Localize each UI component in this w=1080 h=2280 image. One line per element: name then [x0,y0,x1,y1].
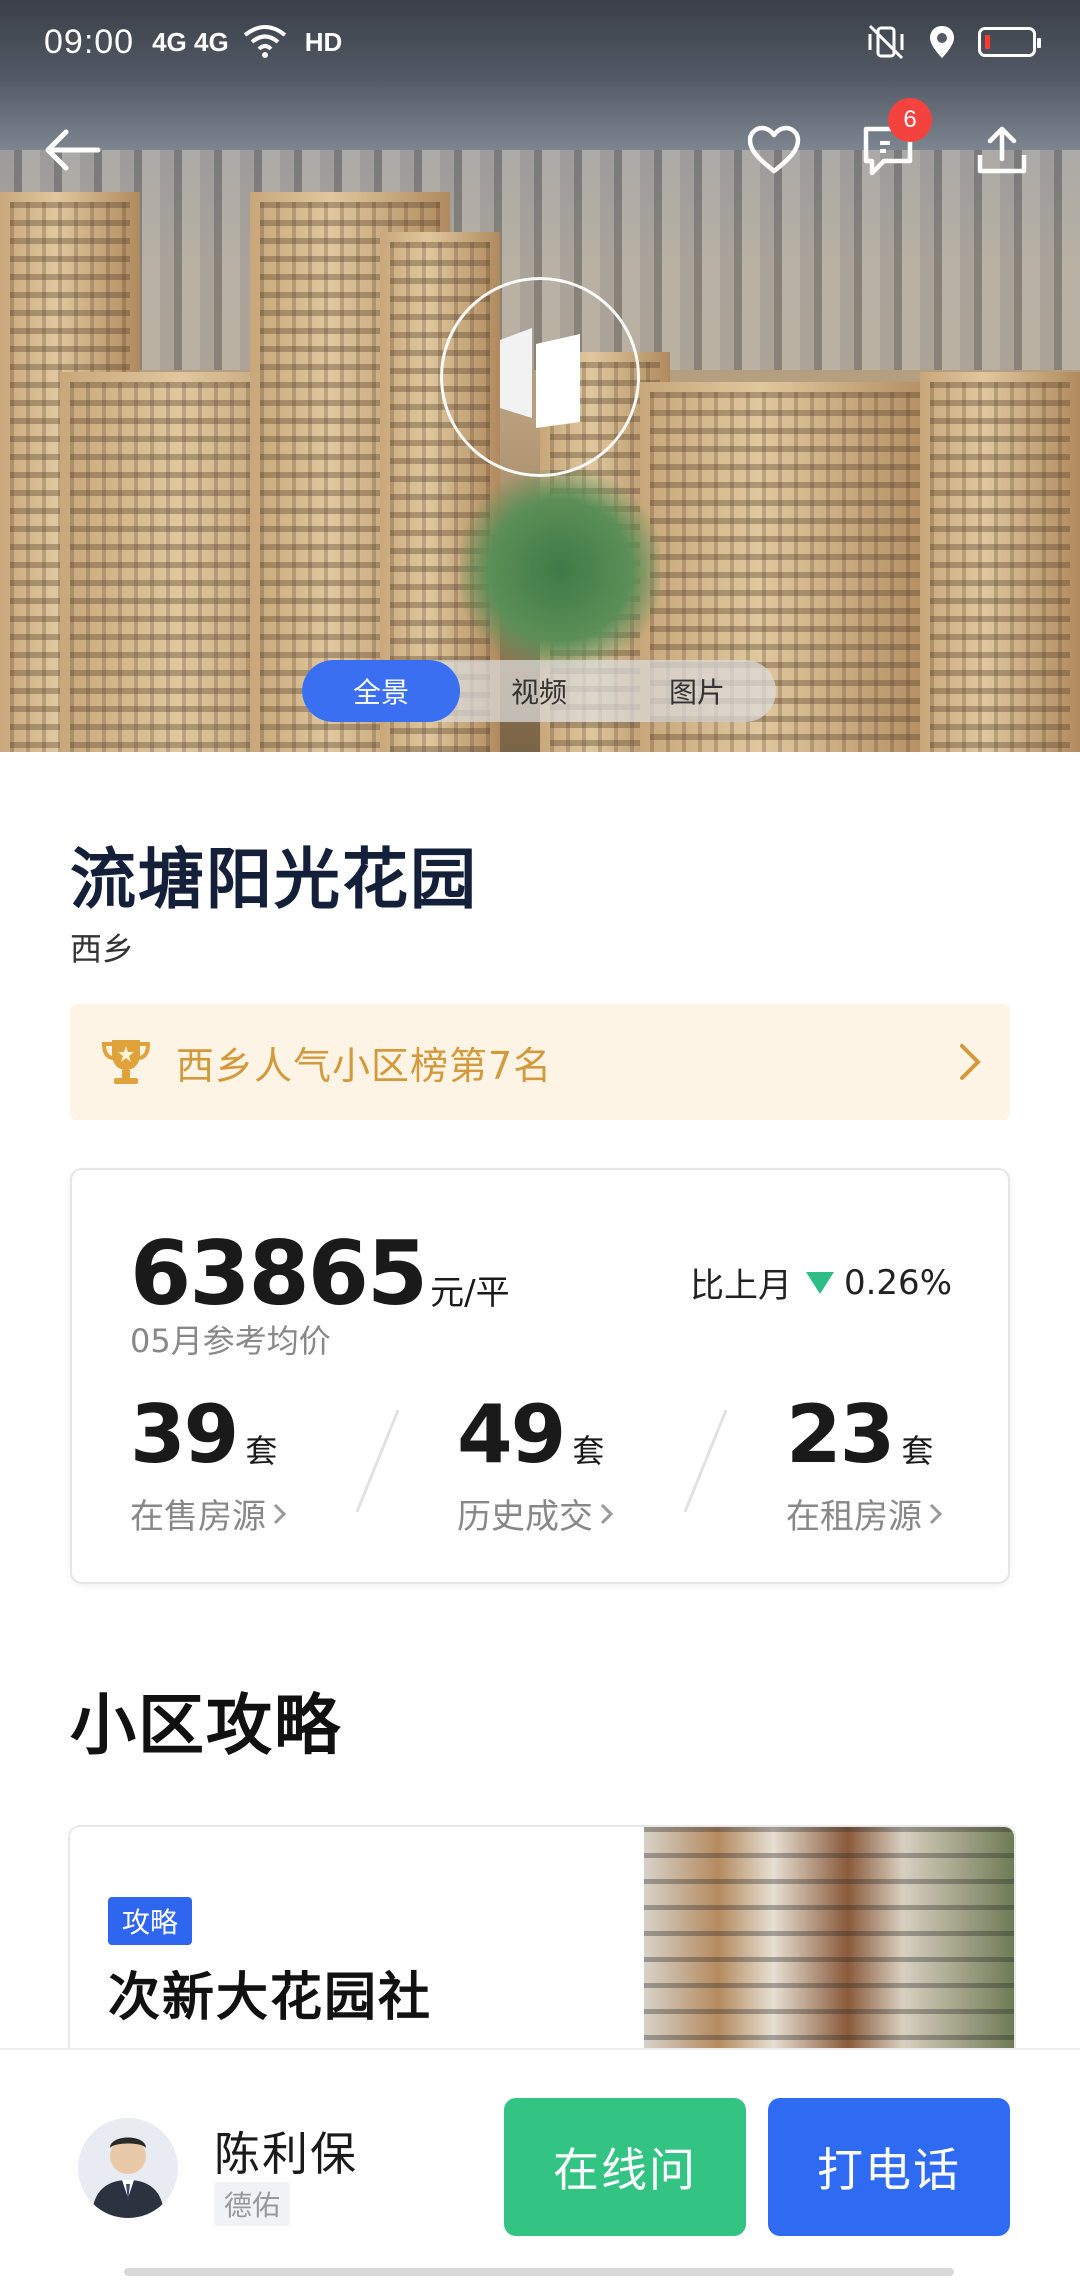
chevron-right-icon [600,1503,614,1524]
stat-number: 49 [457,1388,566,1481]
trophy-icon [98,1034,154,1090]
stat-for-rent[interactable]: 23 套 在租房源 [786,1388,1006,1538]
stat-history-deals[interactable]: 49 套 历史成交 [457,1388,677,1538]
media-tabs: 全景 视频 图片 [302,660,776,722]
tab-panorama[interactable]: 全景 [302,660,460,722]
signal-indicator: 4G 4G [152,26,229,57]
status-bar: 09:00 4G 4G HD [0,0,1080,84]
guide-tag: 攻略 [108,1897,193,1945]
agent-avatar[interactable] [78,2118,178,2218]
back-button[interactable] [32,110,112,190]
stat-unit: 套 [572,1432,605,1470]
location-icon [928,24,956,60]
message-count-badge: 6 [888,98,932,142]
community-district: 西乡 [70,930,135,968]
hd-indicator: HD [304,26,343,57]
building [920,372,1080,752]
share-button[interactable] [962,110,1042,190]
community-name: 流塘阳光花园 [70,841,478,918]
heart-icon [746,125,802,175]
average-price: 63865 元/平 [130,1222,510,1325]
tab-photos[interactable]: 图片 [618,660,776,722]
call-button[interactable]: 打电话 [768,2098,1010,2236]
chevron-right-icon [929,1503,943,1524]
stat-unit: 套 [901,1432,934,1470]
ranking-label: 西乡人气小区榜第7名 [176,1043,553,1088]
garden [460,470,660,670]
panorama-play-button[interactable] [440,277,640,477]
battery-icon [978,27,1041,57]
status-time: 09:00 [44,22,135,61]
status-right [866,24,1041,60]
guide-card[interactable]: 攻略 次新大花园社 [68,1825,1016,2065]
stat-number: 23 [786,1388,895,1481]
price-value: 63865 [130,1222,428,1325]
vibrate-off-icon [866,24,906,60]
stat-number: 39 [130,1388,239,1481]
stat-label: 历史成交 [457,1497,593,1537]
down-triangle-icon [805,1271,834,1294]
agent-name: 陈利保 [214,2127,358,2181]
bottom-agent-bar: 陈利保 德佑 在线问 打电话 [0,2048,1080,2280]
stat-for-sale[interactable]: 39 套 在售房源 [130,1388,350,1538]
price-change: 比上月 0.26% [690,1258,952,1307]
chevron-right-icon [273,1503,287,1524]
hero-panorama-image[interactable]: 09:00 4G 4G HD 6 全景 视频 图片 [0,0,1080,752]
divider [355,1409,400,1513]
page: 09:00 4G 4G HD 6 全景 视频 图片 流塘阳光花园 西乡 西乡人气… [0,0,1080,2280]
price-card: 63865 元/平 05月参考均价 比上月 0.26% 39 套 在售房源 49 套… [70,1168,1010,1584]
change-label: 比上月 [689,1266,792,1306]
tab-video[interactable]: 视频 [460,660,618,722]
divider [683,1409,728,1513]
wifi-icon [243,25,287,59]
share-icon [974,123,1030,177]
section-title: 小区攻略 [70,1687,342,1764]
change-value: 0.26% [843,1262,952,1303]
top-bar: 6 [0,98,1080,190]
price-unit: 元/平 [430,1273,510,1313]
stat-label: 在售房源 [130,1497,266,1537]
stat-unit: 套 [245,1432,278,1470]
home-indicator [124,2268,954,2276]
back-arrow-icon [42,128,102,172]
ranking-banner[interactable]: 西乡人气小区榜第7名 [70,1004,1010,1120]
price-label: 05月参考均价 [130,1322,331,1360]
guide-title: 次新大花园社 [108,1968,433,2028]
listing-stats: 39 套 在售房源 49 套 历史成交 23 套 在租房源 [130,1388,960,1537]
chevron-right-icon [958,1042,982,1082]
guide-image [644,1827,1014,2063]
favorite-button[interactable] [734,110,814,190]
online-chat-button[interactable]: 在线问 [504,2098,746,2236]
agent-company: 德佑 [214,2182,291,2226]
panorama-icon [492,322,588,432]
stat-label: 在租房源 [786,1497,922,1537]
message-button[interactable]: 6 [848,98,932,190]
